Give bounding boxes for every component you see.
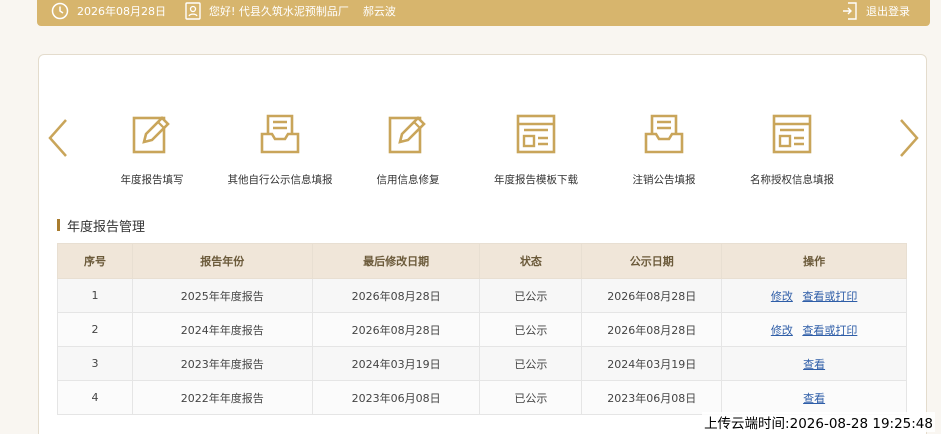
cell-modified: 2023年06月08日 <box>311 380 481 415</box>
annual-report-table: 序号 报告年份 最后修改日期 状态 公示日期 操作 1 2025年年度报告 20… <box>57 243 907 415</box>
column-header: 公示日期 <box>581 243 723 279</box>
inbox-tray-icon <box>644 114 684 154</box>
username: 郝云波 <box>362 5 396 18</box>
cell-year: 2025年年度报告 <box>131 278 313 313</box>
cell-year: 2024年年度报告 <box>131 312 313 347</box>
cell-year: 2022年年度报告 <box>131 380 313 415</box>
cell-published: 2026年08月28日 <box>581 312 723 347</box>
quick-action-credit-repair[interactable]: 信用信息修复 <box>343 112 473 187</box>
current-date: 2026年08月28日 <box>77 5 166 18</box>
table-header-row: 序号 报告年份 最后修改日期 状态 公示日期 操作 <box>57 243 907 279</box>
clock-icon <box>51 2 69 20</box>
quick-action-label: 信用信息修复 <box>376 174 440 186</box>
quick-action-name-authorization[interactable]: 名称授权信息填报 <box>727 112 857 187</box>
column-header: 报告年份 <box>131 243 313 279</box>
template-window-icon <box>516 114 556 154</box>
cell-status: 已公示 <box>479 346 583 381</box>
view-print-link[interactable]: 查看或打印 <box>802 290 857 303</box>
cell-actions: 修改 查看或打印 <box>721 312 907 347</box>
quick-action-other-disclosure[interactable]: 其他自行公示信息填报 <box>215 112 345 187</box>
view-print-link[interactable]: 查看或打印 <box>802 324 857 337</box>
cell-actions: 查看 <box>721 380 907 415</box>
quick-action-cancellation-notice[interactable]: 注销公告填报 <box>599 112 729 187</box>
view-link[interactable]: 查看 <box>803 358 825 371</box>
section-title-marker <box>57 219 60 231</box>
cell-year: 2023年年度报告 <box>131 346 313 381</box>
section-title: 年度报告管理 <box>57 217 146 235</box>
inbox-tray-icon <box>260 114 300 154</box>
quick-action-label: 其他自行公示信息填报 <box>227 174 333 186</box>
chevron-left-icon <box>48 119 67 157</box>
user-card-icon <box>185 2 201 20</box>
cell-no: 2 <box>57 312 133 347</box>
column-header: 状态 <box>479 243 583 279</box>
cell-no: 1 <box>57 278 133 313</box>
edit-link[interactable]: 修改 <box>771 290 793 303</box>
cell-published: 2024年03月19日 <box>581 346 723 381</box>
carousel-prev-button[interactable] <box>46 118 70 161</box>
table-row: 4 2022年年度报告 2023年06月08日 已公示 2023年06月08日 … <box>57 380 907 415</box>
edit-form-icon <box>132 116 170 154</box>
column-header: 操作 <box>721 243 907 279</box>
date-display: 2026年08月28日 <box>51 0 166 22</box>
quick-action-annual-report-fill[interactable]: 年度报告填写 <box>87 112 217 187</box>
cell-status: 已公示 <box>479 278 583 313</box>
quick-action-label: 年度报告填写 <box>120 174 184 186</box>
view-link[interactable]: 查看 <box>803 392 825 405</box>
table-row: 1 2025年年度报告 2026年08月28日 已公示 2026年08月28日 … <box>57 278 907 313</box>
table-row: 3 2023年年度报告 2024年03月19日 已公示 2024年03月19日 … <box>57 346 907 381</box>
top-bar: 2026年08月28日 您好! 代县久筑水泥预制品厂 郝云波 退出登录 <box>37 0 930 26</box>
logout-button[interactable]: 退出登录 <box>842 0 910 22</box>
cell-no: 4 <box>57 380 133 415</box>
logout-label: 退出登录 <box>866 5 910 18</box>
template-window-icon <box>772 114 812 154</box>
cell-no: 3 <box>57 346 133 381</box>
cell-published: 2023年06月08日 <box>581 380 723 415</box>
greeting-text: 您好! 代县久筑水泥预制品厂 <box>209 5 349 18</box>
greeting-area: 您好! 代县久筑水泥预制品厂 郝云波 <box>185 0 396 22</box>
column-header: 最后修改日期 <box>311 243 481 279</box>
edit-form-icon <box>388 116 426 154</box>
cell-modified: 2026年08月28日 <box>311 312 481 347</box>
cell-status: 已公示 <box>479 380 583 415</box>
table-row: 2 2024年年度报告 2026年08月28日 已公示 2026年08月28日 … <box>57 312 907 347</box>
cell-status: 已公示 <box>479 312 583 347</box>
quick-action-label: 年度报告模板下载 <box>494 174 578 186</box>
cell-published: 2026年08月28日 <box>581 278 723 313</box>
section-title-text: 年度报告管理 <box>67 219 146 235</box>
logout-icon <box>842 2 858 20</box>
cell-modified: 2024年03月19日 <box>311 346 481 381</box>
upload-timestamp-overlay: 上传云端时间:2026-08-28 19:25:48 <box>702 412 935 432</box>
quick-action-label: 名称授权信息填报 <box>750 174 834 186</box>
edit-link[interactable]: 修改 <box>771 324 793 337</box>
quick-action-template-download[interactable]: 年度报告模板下载 <box>471 112 601 187</box>
cell-actions: 修改 查看或打印 <box>721 278 907 313</box>
quick-action-label: 注销公告填报 <box>632 174 696 186</box>
carousel-next-button[interactable] <box>897 118 921 161</box>
column-header: 序号 <box>57 243 133 279</box>
chevron-right-icon <box>900 119 919 157</box>
cell-modified: 2026年08月28日 <box>311 278 481 313</box>
cell-actions: 查看 <box>721 346 907 381</box>
